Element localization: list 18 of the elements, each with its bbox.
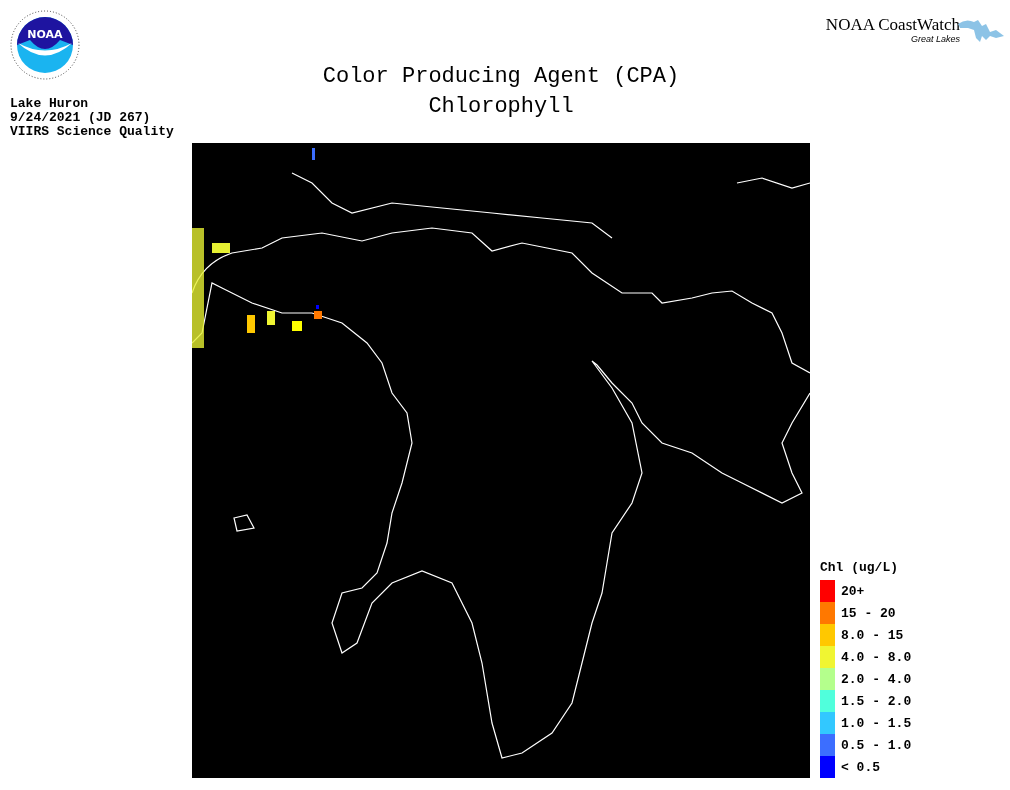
legend-label: 2.0 - 4.0 bbox=[841, 671, 912, 687]
brand-subtitle: Great Lakes bbox=[910, 34, 960, 44]
legend-label: 0.5 - 1.0 bbox=[841, 737, 912, 753]
legend-label: 20+ bbox=[841, 583, 865, 599]
legend-label: 15 - 20 bbox=[841, 605, 896, 621]
map-title: Color Producing Agent (CPA) bbox=[322, 63, 680, 91]
legend-label: 1.5 - 2.0 bbox=[841, 693, 912, 709]
legend-label: 4.0 - 8.0 bbox=[841, 649, 912, 665]
legend-title: Chl (ug/L) bbox=[820, 560, 899, 576]
info-text: Lake Huron bbox=[10, 97, 89, 111]
map-title: Chlorophyll bbox=[428, 93, 574, 121]
noaa-logo: NOAA bbox=[10, 10, 80, 80]
brand-name: NOAA CoastWatch bbox=[825, 16, 960, 34]
info-text: 9/24/2021 (JD 267) bbox=[10, 111, 152, 125]
legend-label: < 0.5 bbox=[841, 759, 880, 775]
legend-label: 8.0 - 15 bbox=[841, 627, 904, 643]
legend-label: 1.0 - 1.5 bbox=[841, 715, 912, 731]
info-text: VIIRS Science Quality bbox=[10, 125, 175, 139]
